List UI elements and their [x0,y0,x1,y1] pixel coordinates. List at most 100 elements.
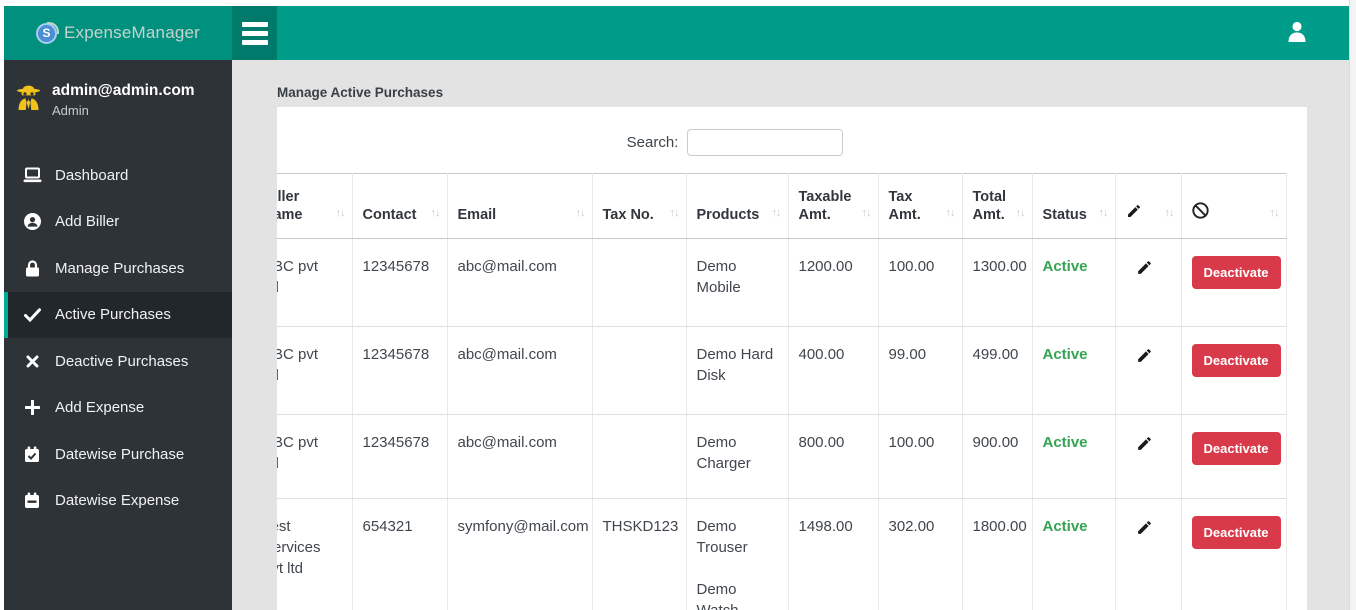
coin-icon: S [35,21,59,44]
status-badge: Active [1032,326,1116,415]
email-cell: abc@mail.com [447,414,593,499]
top-navbar [277,6,1349,60]
total-amt-cell: 900.00 [962,414,1033,499]
contact-cell: 12345678 [352,414,448,499]
sidebar-item-deactive-purchases[interactable]: Deactive Purchases [4,338,232,385]
edit-pencil-icon[interactable] [1136,435,1153,458]
sidebar-item-add-biller[interactable]: Add Biller [4,199,232,246]
tax-no-cell [592,414,687,499]
col-header-biller-name[interactable]: Biller Name↑↓ [277,173,353,239]
total-amt-cell: 499.00 [962,326,1033,415]
col-header-tax-amt[interactable]: Tax Amt. ↑↓ [878,173,963,239]
deactivate-button[interactable]: Deactivate [1191,432,1281,465]
sort-icon[interactable]: ↑↓ [1099,204,1109,222]
admin-spy-icon [16,81,41,115]
sort-icon[interactable]: ↑↓ [946,204,956,222]
sidebar-item-datewise-purchase[interactable]: Datewise Purchase [4,431,232,478]
sidebar-item-manage-purchases[interactable]: Manage Purchases [4,245,232,292]
edit-pencil-icon[interactable] [1136,519,1153,542]
products-cell: Demo Mobile [686,238,789,327]
deactivate-button[interactable]: Deactivate [1191,256,1281,289]
sort-icon[interactable]: ↑↓ [336,204,346,222]
sidebar-item-dashboard[interactable]: Dashboard [4,152,232,199]
products-cell: Demo Hard Disk [686,326,789,415]
edit-pencil-icon[interactable] [1136,259,1153,282]
pencil-icon [1126,204,1142,223]
table-row: ABC pvt ltd 12345678 abc@mail.com Demo H… [277,326,1287,415]
sidebar-user-block: admin@admin.com Admin [4,60,232,128]
sidebar-item-datewise-expense[interactable]: Datewise Expense [4,478,232,525]
contact-cell: 12345678 [352,238,448,327]
biller-name-cell: ABC pvt ltd [277,258,319,296]
col-header-contact[interactable]: Contact ↑↓ [352,173,448,239]
purchases-table-wrap: Biller Name↑↓ Contact↑↓ Email↑↓ Tax No.↑… [277,173,1307,610]
user-circle-icon [22,213,42,231]
edit-pencil-icon[interactable] [1136,347,1153,370]
email-cell: symfony@mail.com [447,498,593,610]
sidebar-nav: Dashboard Add Biller Manage Purchases Ac… [4,152,232,524]
status-badge: Active [1032,238,1116,327]
sort-icon[interactable]: ↑↓ [431,204,441,222]
sort-icon[interactable]: ↑↓ [576,204,586,222]
product-item: Demo Watch [696,581,739,610]
col-header-deactivate[interactable]: ↑↓ [1181,173,1287,239]
sidebar-item-label: Datewise Purchase [55,445,185,463]
search-input[interactable] [687,129,844,156]
sort-icon[interactable]: ↑↓ [1165,204,1175,222]
sort-icon[interactable]: ↑↓ [1270,204,1280,222]
col-header-products[interactable]: Products ↑↓ [686,173,789,239]
sidebar-item-add-expense[interactable]: Add Expense [4,385,232,432]
sidebar-item-label: Add Expense [55,399,145,417]
product-item: Demo Trouser [696,518,748,556]
table-row: ABC pvt ltd 12345678 abc@mail.com Demo C… [277,414,1287,499]
sidebar-item-label: Manage Purchases [55,259,185,277]
col-header-status[interactable]: Status ↑↓ [1032,173,1116,239]
user-account-icon[interactable] [1287,20,1307,49]
sidebar-item-label: Deactive Purchases [55,352,189,370]
brand-name: ExpenseManager [63,23,201,42]
search-label: Search: [626,134,679,151]
sidebar-item-label: Datewise Expense [55,492,180,510]
sort-icon[interactable]: ↑↓ [1016,204,1026,222]
brand-logo[interactable]: S ExpenseManager [4,6,232,60]
sort-icon[interactable]: ↑↓ [670,204,680,222]
tax-amt-cell: 302.00 [878,498,963,610]
email-cell: abc@mail.com [447,238,593,327]
sidebar: admin@admin.com Admin Dashboard Add Bill… [4,60,232,610]
ban-icon [1191,202,1209,223]
lock-icon [22,260,42,277]
product-item: Demo Hard Disk [696,346,774,384]
col-header-edit[interactable]: ↑↓ [1115,173,1182,239]
status-badge: Active [1032,414,1116,499]
col-header-email[interactable]: Email ↑↓ [447,173,593,239]
table-header-row: Biller Name↑↓ Contact↑↓ Email↑↓ Tax No.↑… [277,173,1287,239]
col-header-tax-no[interactable]: Tax No. ↑↓ [592,173,687,239]
taxable-amt-cell: 1200.00 [788,238,879,327]
total-amt-cell: 1300.00 [962,238,1033,327]
total-amt-cell: 1800.00 [962,498,1033,610]
browser-scrollbar[interactable] [1349,0,1356,610]
purchases-card: Search: Biller Name↑↓ Contact↑↓ Email↑↓ [277,107,1307,610]
hamburger-menu-button[interactable] [232,6,277,60]
deactivate-button[interactable]: Deactivate [1191,516,1281,549]
products-cell: Demo Charger [686,414,789,499]
hamburger-icon [241,21,268,27]
tax-no-cell [592,238,687,327]
calendar-check-icon [22,446,42,463]
taxable-amt-cell: 800.00 [788,414,879,499]
col-header-total-amt[interactable]: Total Amt. ↑↓ [962,173,1033,239]
sidebar-item-active-purchases[interactable]: Active Purchases [4,291,232,338]
sidebar-item-label: Add Biller [55,213,120,231]
table-row: Test Services pvt ltd 654321 symfony@mai… [277,498,1287,610]
tax-no-cell: THSKD123 [592,498,687,610]
search-bar: Search: [232,129,1250,156]
deactivate-button[interactable]: Deactivate [1191,344,1281,377]
main-content: Manage Active Purchases Search: Biller N… [232,60,1349,610]
col-header-taxable-amt[interactable]: Taxable Amt. ↑↓ [788,173,879,239]
biller-name-cell: ABC pvt ltd [277,346,319,384]
sort-icon[interactable]: ↑↓ [772,204,782,222]
check-icon [22,308,42,322]
taxable-amt-cell: 1498.00 [788,498,879,610]
sort-icon[interactable]: ↑↓ [862,204,872,222]
x-icon [22,355,42,368]
